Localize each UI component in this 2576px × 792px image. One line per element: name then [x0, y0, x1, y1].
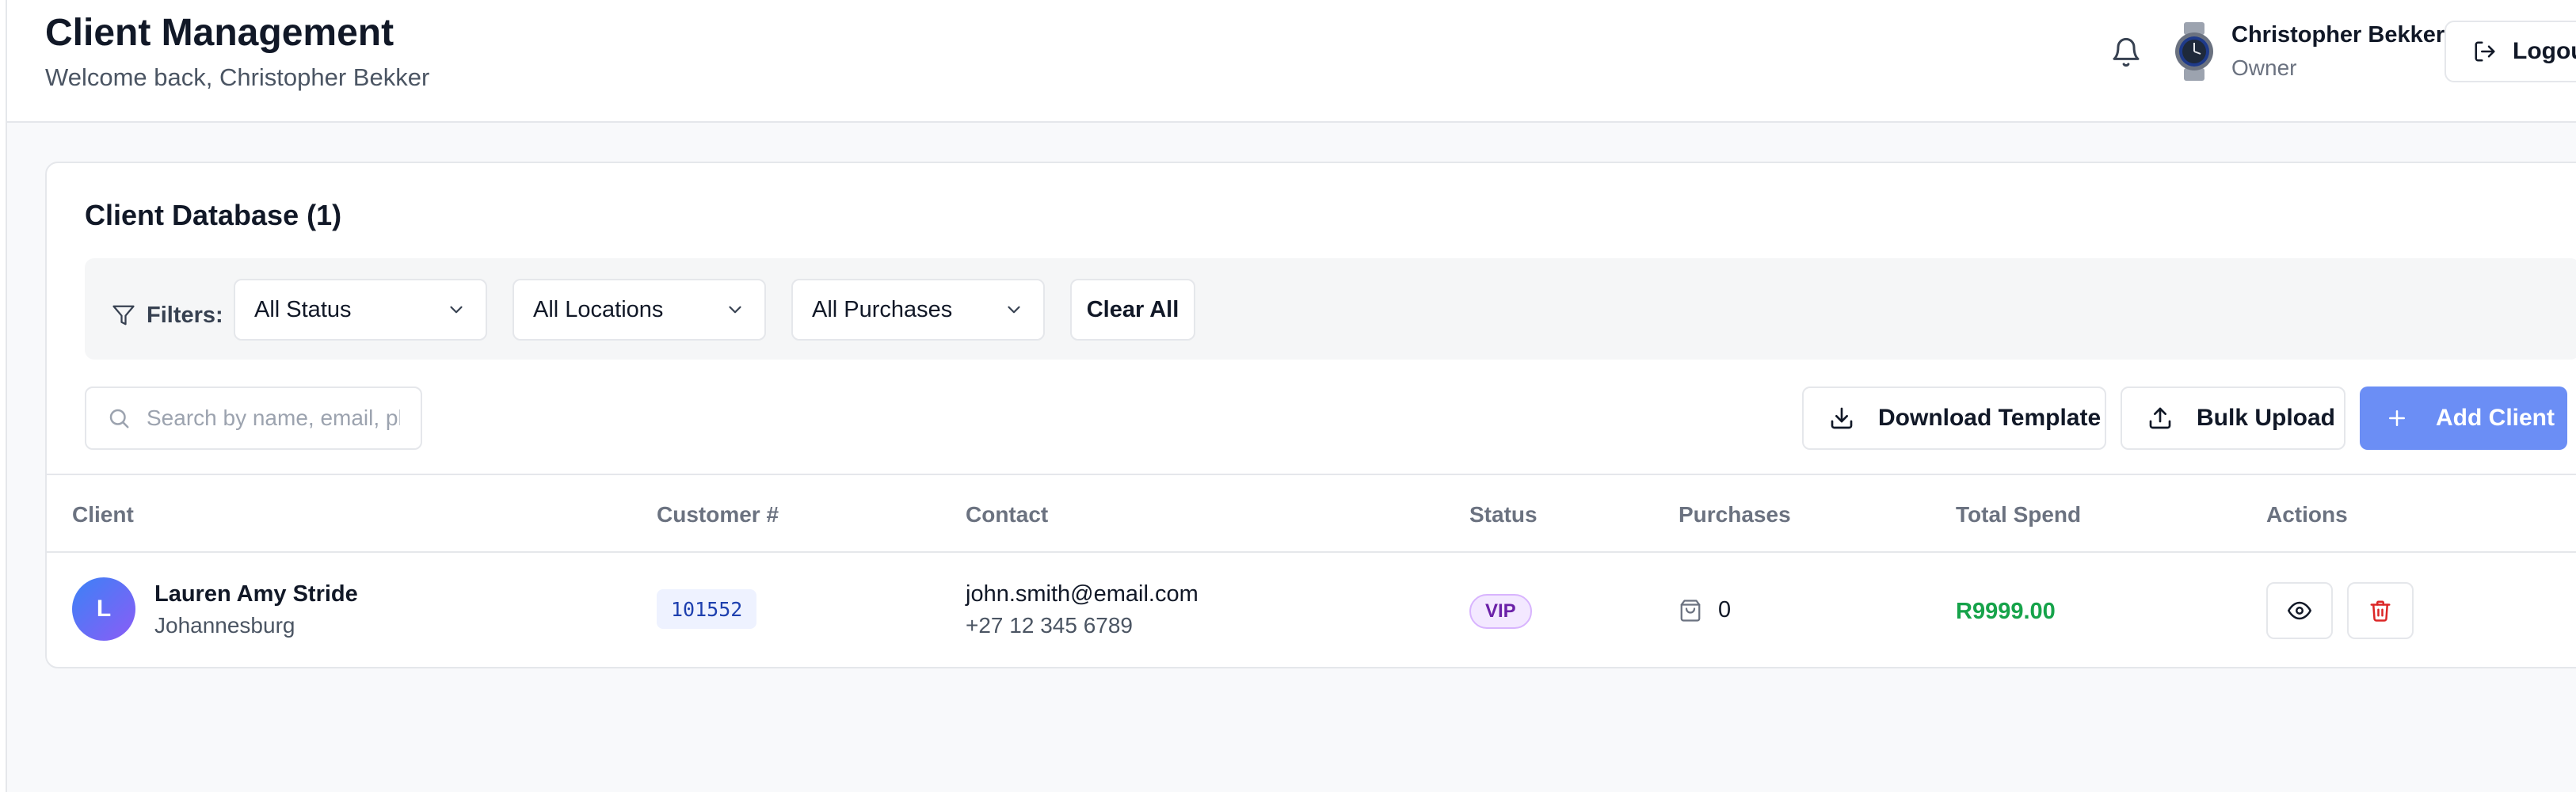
app-header: Client Management Welcome back, Christop…: [7, 0, 2576, 123]
eye-icon: [2288, 599, 2311, 623]
total-spend-value: R9999.00: [1956, 599, 2056, 624]
contact-phone: +27 12 345 6789: [966, 613, 1133, 638]
trash-icon: [2368, 599, 2392, 623]
bell-icon[interactable]: [2110, 35, 2142, 70]
download-template-label: Download Template: [1878, 405, 2102, 431]
client-location: Johannesburg: [154, 613, 295, 638]
table-header-divider: [47, 551, 2576, 553]
download-template-button[interactable]: Download Template: [1802, 386, 2106, 450]
plus-icon: [2385, 406, 2409, 430]
page-title: Client Management: [45, 12, 394, 54]
purchases-filter-select[interactable]: All Purchases: [791, 279, 1045, 341]
purchases-value: 0: [1718, 597, 1732, 623]
table-divider: [47, 474, 2576, 475]
user-avatar[interactable]: [2168, 22, 2220, 81]
filter-icon: [112, 303, 135, 327]
purchases-filter-value: All Purchases: [812, 296, 953, 322]
bulk-upload-label: Bulk Upload: [2197, 405, 2336, 431]
bulk-upload-button[interactable]: Bulk Upload: [2121, 386, 2345, 450]
column-header-customer-no: Customer #: [657, 502, 779, 527]
delete-client-button[interactable]: [2347, 582, 2414, 639]
column-header-client: Client: [72, 502, 134, 527]
column-header-status: Status: [1469, 502, 1538, 527]
purchases-count: 0: [1679, 597, 1731, 623]
chevron-down-icon: [446, 299, 467, 320]
search-icon: [107, 406, 131, 430]
logout-button[interactable]: Logout: [2445, 21, 2576, 82]
client-avatar: L: [72, 577, 135, 641]
add-client-label: Add Client: [2436, 405, 2555, 431]
filters-label-text: Filters:: [147, 302, 223, 328]
logout-label: Logout: [2513, 38, 2576, 64]
view-client-button[interactable]: [2266, 582, 2333, 639]
search-box[interactable]: [85, 386, 422, 450]
location-filter-select[interactable]: All Locations: [513, 279, 766, 341]
shopping-bag-icon: [1679, 599, 1702, 623]
status-badge: VIP: [1469, 594, 1532, 629]
column-header-total-spend: Total Spend: [1956, 502, 2082, 527]
column-header-contact: Contact: [966, 502, 1049, 527]
customer-number-badge: 101552: [657, 589, 757, 629]
user-role: Owner: [2231, 55, 2297, 80]
status-filter-value: All Status: [254, 296, 352, 322]
column-header-purchases: Purchases: [1679, 502, 1791, 527]
location-filter-value: All Locations: [533, 296, 664, 322]
sidebar-edge: [0, 0, 7, 792]
search-input[interactable]: [147, 406, 400, 431]
contact-email: john.smith@email.com: [966, 581, 1198, 607]
download-icon: [1829, 406, 1854, 431]
status-filter-select[interactable]: All Status: [234, 279, 487, 341]
chevron-down-icon: [1004, 299, 1024, 320]
filters-label: Filters:: [112, 299, 223, 331]
add-client-button[interactable]: Add Client: [2360, 386, 2567, 450]
chevron-down-icon: [725, 299, 745, 320]
client-database-card: Client Database (1) Filters: All Status …: [45, 162, 2576, 668]
card-title: Client Database (1): [85, 199, 342, 231]
logout-icon: [2473, 40, 2497, 63]
client-name: Lauren Amy Stride: [154, 581, 358, 607]
clear-all-button[interactable]: Clear All: [1070, 279, 1195, 341]
welcome-subtitle: Welcome back, Christopher Bekker: [45, 63, 430, 91]
upload-icon: [2147, 406, 2173, 431]
column-header-actions: Actions: [2266, 502, 2348, 527]
user-name: Christopher Bekker: [2231, 22, 2445, 48]
